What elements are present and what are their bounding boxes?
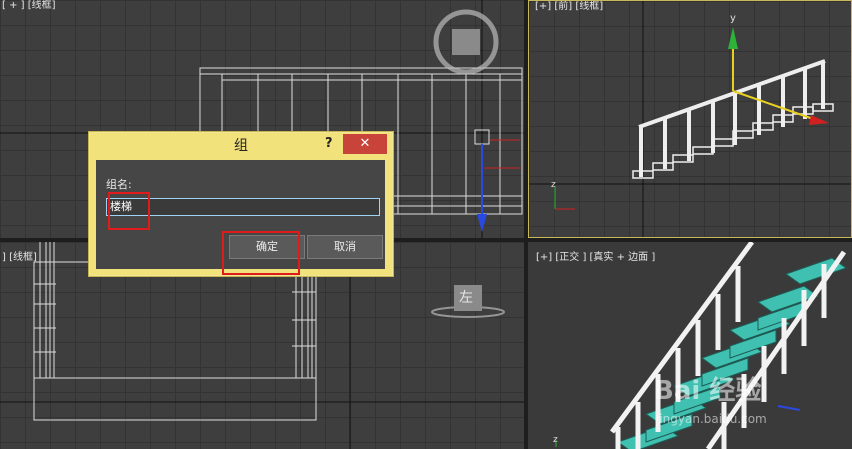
close-button[interactable]: ✕ <box>343 134 387 154</box>
viewport-label-orthographic[interactable]: [+] [正交 ] [真实 + 边面 ] <box>536 248 655 263</box>
watermark-url: jingyan.baidu.com <box>656 412 767 426</box>
viewport-orthographic[interactable]: z [+] [正交 ] [真实 + 边面 ] Bai 经验 jingyan.ba… <box>528 242 852 449</box>
viewport-label-left[interactable]: ] [线框] <box>2 248 37 263</box>
svg-text:z: z <box>553 435 558 445</box>
group-name-label: 组名: <box>106 178 132 191</box>
highlight-name-input <box>108 192 150 230</box>
view-cube-face-label[interactable]: 左 <box>459 287 473 307</box>
highlight-ok-button <box>222 231 300 275</box>
cancel-button[interactable]: 取消 <box>307 235 383 259</box>
viewport-label-front[interactable]: [+] [前] [线框] <box>535 1 603 12</box>
viewport-label-top-left[interactable]: [ + ] [线框] <box>2 0 56 11</box>
watermark-logo: Bai 经验 <box>654 376 762 406</box>
front-stair-wireframe: y z <box>529 1 851 237</box>
z-axis-label: z <box>551 180 556 190</box>
y-axis-label: y <box>730 13 736 24</box>
help-button[interactable]: ? <box>325 136 333 151</box>
viewport-front[interactable]: y z [+] [前] [线框] <box>528 0 852 238</box>
